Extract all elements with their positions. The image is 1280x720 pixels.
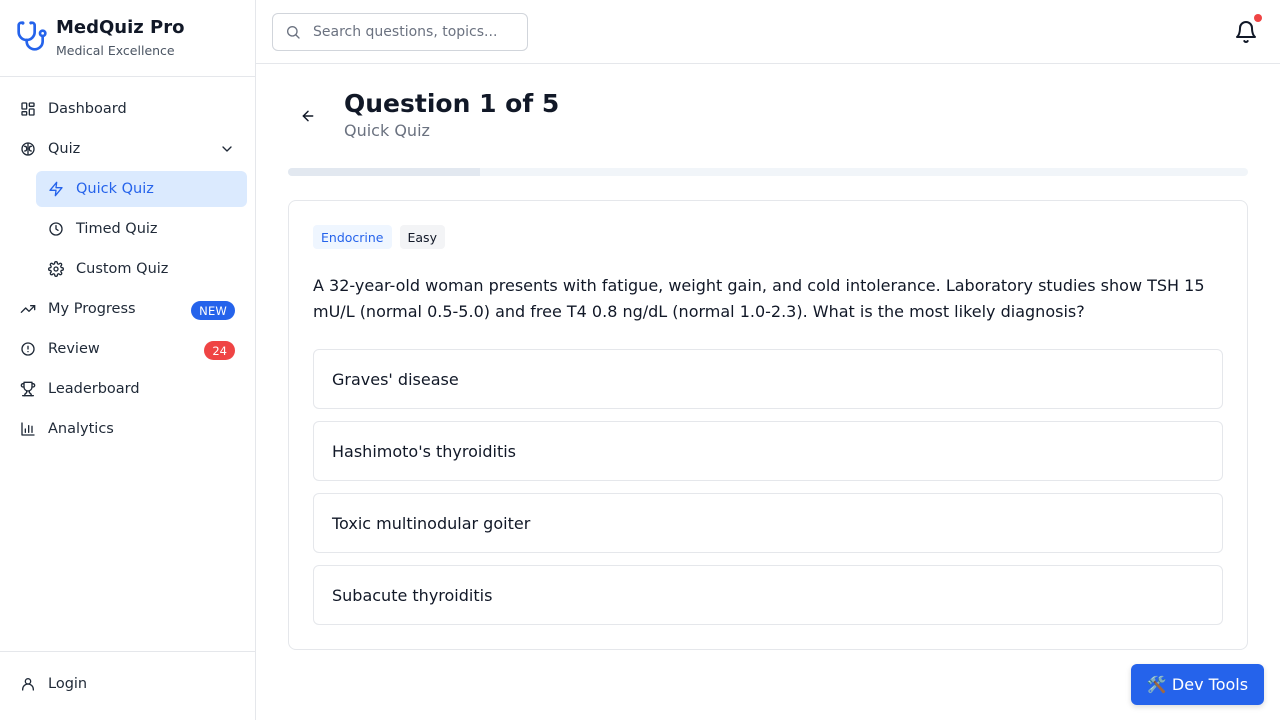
- brand-title: MedQuiz Pro: [56, 17, 185, 38]
- sidebar-item-label: Custom Quiz: [76, 261, 169, 277]
- notifications-button[interactable]: [1234, 14, 1262, 44]
- chevron-down-icon[interactable]: [219, 141, 235, 157]
- answer-option[interactable]: Toxic multinodular goiter: [313, 493, 1223, 553]
- search-input[interactable]: [313, 24, 513, 40]
- brain-icon: [20, 141, 36, 157]
- quiz-progress-fill: [288, 168, 480, 176]
- sidebar-item-label: My Progress: [48, 301, 136, 317]
- clock-icon: [48, 221, 64, 237]
- user-icon: [22, 678, 34, 691]
- page-title: Question 1 of 5: [344, 89, 560, 118]
- login-button[interactable]: Login: [20, 676, 87, 692]
- sidebar-item-dashboard[interactable]: Dashboard: [8, 91, 247, 127]
- answer-option[interactable]: Subacute thyroiditis: [313, 565, 1223, 625]
- search-box[interactable]: [272, 13, 528, 51]
- login-label: Login: [48, 676, 88, 692]
- gear-icon: [48, 261, 64, 277]
- sidebar: MedQuiz Pro Medical Excellence Dashboard…: [0, 0, 256, 720]
- top-header: [256, 0, 1280, 64]
- sidebar-item-label: Leaderboard: [48, 381, 140, 397]
- brand-subtitle: Medical Excellence: [56, 43, 175, 58]
- trophy-icon: [20, 381, 36, 397]
- trending-up-icon: [20, 301, 36, 317]
- bar-chart-icon: [20, 421, 36, 437]
- topic-tag: Endocrine: [313, 225, 392, 249]
- question-text: A 32-year-old woman presents with fatigu…: [313, 276, 1205, 321]
- dashboard-icon: [20, 101, 36, 117]
- page-subtitle: Quick Quiz: [344, 121, 430, 140]
- new-badge: NEW: [191, 301, 235, 320]
- question-tags: Endocrine Easy: [313, 225, 445, 249]
- sidebar-item-label: Quick Quiz: [76, 181, 154, 197]
- search-icon: [287, 26, 300, 39]
- sidebar-item-label: Quiz: [48, 141, 81, 157]
- sidebar-item-my-progress[interactable]: My Progress NEW: [8, 291, 247, 327]
- question-card: Endocrine Easy A 32-year-old woman prese…: [288, 200, 1248, 650]
- sidebar-item-label: Dashboard: [48, 101, 127, 117]
- sidebar-item-leaderboard[interactable]: Leaderboard: [8, 371, 247, 407]
- lightning-icon: [48, 181, 64, 197]
- dev-tools-button[interactable]: 🛠️ Dev Tools: [1131, 664, 1264, 705]
- sidebar-item-quiz[interactable]: Quiz: [8, 131, 247, 167]
- review-count-badge: 24: [204, 341, 235, 360]
- answer-option[interactable]: Hashimoto's thyroiditis: [313, 421, 1223, 481]
- sidebar-item-label: Analytics: [48, 421, 114, 437]
- brand: MedQuiz Pro Medical Excellence: [0, 0, 255, 77]
- bell-icon: [1236, 21, 1256, 43]
- answer-options: Graves' disease Hashimoto's thyroiditis …: [313, 349, 1223, 637]
- alert-circle-icon: [20, 341, 36, 357]
- sidebar-item-quick-quiz[interactable]: Quick Quiz: [36, 171, 247, 207]
- back-button[interactable]: [296, 104, 320, 128]
- answer-option[interactable]: Graves' disease: [313, 349, 1223, 409]
- stethoscope-icon: [17, 21, 47, 51]
- sidebar-nav: Dashboard Quiz Quick Quiz Timed Quiz Cus…: [8, 91, 247, 451]
- arrow-left-icon: [302, 110, 314, 122]
- sidebar-item-custom-quiz[interactable]: Custom Quiz: [36, 251, 247, 287]
- sidebar-item-analytics[interactable]: Analytics: [8, 411, 247, 447]
- sidebar-footer: Login: [0, 651, 255, 720]
- difficulty-tag: Easy: [399, 225, 445, 249]
- sidebar-item-review[interactable]: Review 24: [8, 331, 247, 367]
- notification-dot: [1254, 14, 1262, 22]
- sidebar-item-label: Timed Quiz: [76, 221, 158, 237]
- sidebar-item-timed-quiz[interactable]: Timed Quiz: [36, 211, 247, 247]
- sidebar-item-label: Review: [48, 341, 100, 357]
- quiz-progress-bar: [288, 168, 1248, 176]
